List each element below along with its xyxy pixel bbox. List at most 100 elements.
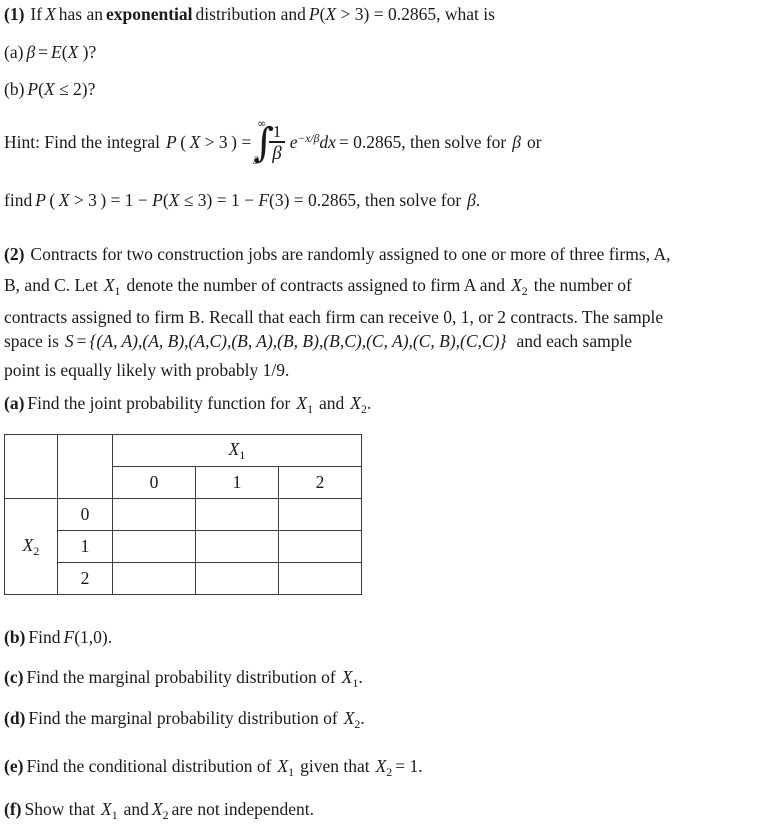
integral-sign: ∞ ∫ 3 xyxy=(253,118,274,166)
problem2-item-f-post: are not independent. xyxy=(171,799,314,819)
problem2-item-c-pre: Find the marginal probability distributi… xyxy=(26,667,336,687)
problem2-item-d-pre: Find the marginal probability distributi… xyxy=(28,708,338,728)
table-cell-r2-c2[interactable] xyxy=(278,562,362,595)
problem2-item-e-pre: Find the conditional distribution of xyxy=(26,756,272,776)
problem1-item-b-label: (b) xyxy=(4,79,25,99)
problem2-item-f-pre: Show that xyxy=(24,799,95,819)
alt-hint-period: . xyxy=(475,190,481,210)
exponential-exponent: −x/β xyxy=(297,133,320,146)
table-row-value-1: 1 xyxy=(57,530,113,563)
problem2-item-c-period: . xyxy=(358,667,363,687)
integral-integrand: e−x/βdx xyxy=(290,132,336,153)
problem2-item-e-var1: X xyxy=(277,756,289,776)
hint-lead: Hint: Find the integral xyxy=(4,132,161,153)
alt-hint-tail: , then solve for xyxy=(356,190,462,210)
problem1-variable-x: X xyxy=(45,4,56,24)
problem2-item-a-period: . xyxy=(366,393,372,413)
problem2-line2-post: the number of xyxy=(533,275,632,295)
problem2-item-d-label: (d) xyxy=(4,708,26,728)
problem2-item-f-var1: X xyxy=(100,799,112,819)
table-cell-r1-c0[interactable] xyxy=(112,530,196,563)
problem1-item-b-expression: P(X ≤ 2)? xyxy=(27,79,96,99)
table-row-value-0: 0 xyxy=(57,498,113,531)
problem1-item-a: (a) β = E(X )? xyxy=(4,42,97,62)
problem1-stem-part1: If xyxy=(30,4,43,24)
problem2-item-b-function: F xyxy=(63,627,75,647)
problem2-item-e-var1-sub: 1 xyxy=(288,764,295,779)
table-cell-r1-c2[interactable] xyxy=(278,530,362,563)
integral-differential: dx xyxy=(319,132,336,153)
problem2-item-f-var1-sub: 1 xyxy=(111,807,118,822)
problem2-line2-var2: X xyxy=(511,275,522,295)
hint-tail: , then solve for xyxy=(401,132,507,153)
problem2-sample-space-symbol: S xyxy=(64,331,74,351)
problem2-line2: B, and C. Let X1 denote the number of cont… xyxy=(4,275,632,298)
table-col-value-1: 1 xyxy=(195,466,279,499)
problem2-line4: space is S = {(A, A),(A, B),(A,C),(B, A),(B… xyxy=(4,331,633,351)
table-row: 2 xyxy=(5,562,362,595)
problem2-sample-space-set: {(A, A),(A, B),(A,C),(B, A),(B, B),(B,C)… xyxy=(89,331,507,351)
problem1-stem-part3: distribution and xyxy=(195,4,306,24)
table-header-row-x1: X1 xyxy=(4,434,362,499)
problem1-number: (1) xyxy=(4,4,25,24)
problem2-item-e-var2-sub: 2 xyxy=(386,764,393,779)
alt-hint-expression: P ( X > 3 ) = 1 − P(X ≤ 3) = 1 − F(3) = … xyxy=(35,190,357,210)
problem1-item-a-equals: = xyxy=(38,42,49,62)
row-header-label: X xyxy=(22,534,34,555)
problem2-line2-var1-sub: 1 xyxy=(114,283,121,298)
problem1-item-a-expression: E(X )? xyxy=(51,42,97,62)
table-cell-r1-c1[interactable] xyxy=(195,530,279,563)
problem2-item-b-pre: Find xyxy=(28,627,61,647)
problem1-item-b: (b) P(X ≤ 2)? xyxy=(4,79,96,99)
problem2-line5-text: point is equally likely with probably 1/… xyxy=(4,360,290,380)
problem1-stem-part4: , what is xyxy=(436,4,495,24)
table-cell-r2-c0[interactable] xyxy=(112,562,196,595)
table-cell-r2-c1[interactable] xyxy=(195,562,279,595)
problem1-alt-hint: find P ( X > 3 ) = 1 − P(X ≤ 3) = 1 − F(3… xyxy=(4,190,481,210)
problem2-number: (2) xyxy=(4,244,25,264)
problem2-item-c: (c) Find the marginal probability distrib… xyxy=(4,667,363,690)
problem2-line3-text: contracts assigned to firm B. Recall tha… xyxy=(4,307,664,327)
table-corner-blank-right xyxy=(57,434,113,499)
problem2-item-a-var1-sub: 1 xyxy=(307,401,314,416)
table-row-header-x2: X2 xyxy=(4,498,58,595)
integral-lhs: P ( X > 3 ) = xyxy=(166,132,252,153)
problem2-item-f-var2-sub: 2 xyxy=(162,807,169,822)
problem2-line2-var1: X xyxy=(103,275,115,295)
table-cell-r0-c2[interactable] xyxy=(278,498,362,531)
table-col-value-0: 0 xyxy=(112,466,196,499)
problem2-item-e: (e) Find the conditional distribution of X… xyxy=(4,756,423,779)
problem1-item-a-beta: β xyxy=(26,42,36,62)
problem2-item-a: (a) Find the joint probability function f… xyxy=(4,393,372,416)
table-row-value-2: 2 xyxy=(57,562,113,595)
problem1-stem: (1) If Xhas an exponential distribution and P… xyxy=(4,4,495,24)
problem2-item-b-label: (b) xyxy=(4,627,26,647)
problem1-stem-part2: has an xyxy=(58,4,103,24)
problem2-item-d: (d) Find the marginal probability distrib… xyxy=(4,708,365,731)
problem1-hint: Hint: Find the integral P ( X > 3 ) = ∞ … xyxy=(4,118,542,166)
problem2-item-c-label: (c) xyxy=(4,667,24,687)
column-header-label: X xyxy=(228,438,240,459)
problem2-line3: contracts assigned to firm B. Recall tha… xyxy=(4,307,664,327)
table-cell-r0-c1[interactable] xyxy=(195,498,279,531)
joint-probability-table[interactable]: X1 0 1 2 X2 0 1 2 xyxy=(4,434,362,595)
hint-integral-expression: P ( X > 3 ) = ∞ ∫ 3 1 β e−x/βdx = 0.2865 xyxy=(166,118,401,166)
problem2-item-d-var1: X xyxy=(343,708,355,728)
problem2-line1-text: Contracts for two construction jobs are … xyxy=(30,244,671,264)
problem2-item-f-label: (f) xyxy=(4,799,22,819)
problem2-item-f: (f) Show that X1 and X2 are not independent. xyxy=(4,799,314,822)
problem2-item-d-period: . xyxy=(360,708,365,728)
hint-beta: β xyxy=(512,132,521,153)
problem1-keyword: exponential xyxy=(106,4,193,24)
problem2-item-e-eq: = 1. xyxy=(395,756,423,776)
column-header-sub: 1 xyxy=(239,447,246,462)
table-row: X2 0 xyxy=(4,498,362,595)
problem2-line4-post: and each sample xyxy=(516,331,633,351)
problem2-line2-pre: B, and C. Let xyxy=(4,275,98,295)
table-row: 1 xyxy=(5,530,362,563)
problem2-line2-var2-sub: 2 xyxy=(521,283,528,298)
problem2-line4-pre: space is xyxy=(4,331,59,351)
table-corner-blank-left xyxy=(4,434,58,499)
problem2-item-e-mid: given that xyxy=(300,756,370,776)
table-cell-r0-c0[interactable] xyxy=(112,498,196,531)
